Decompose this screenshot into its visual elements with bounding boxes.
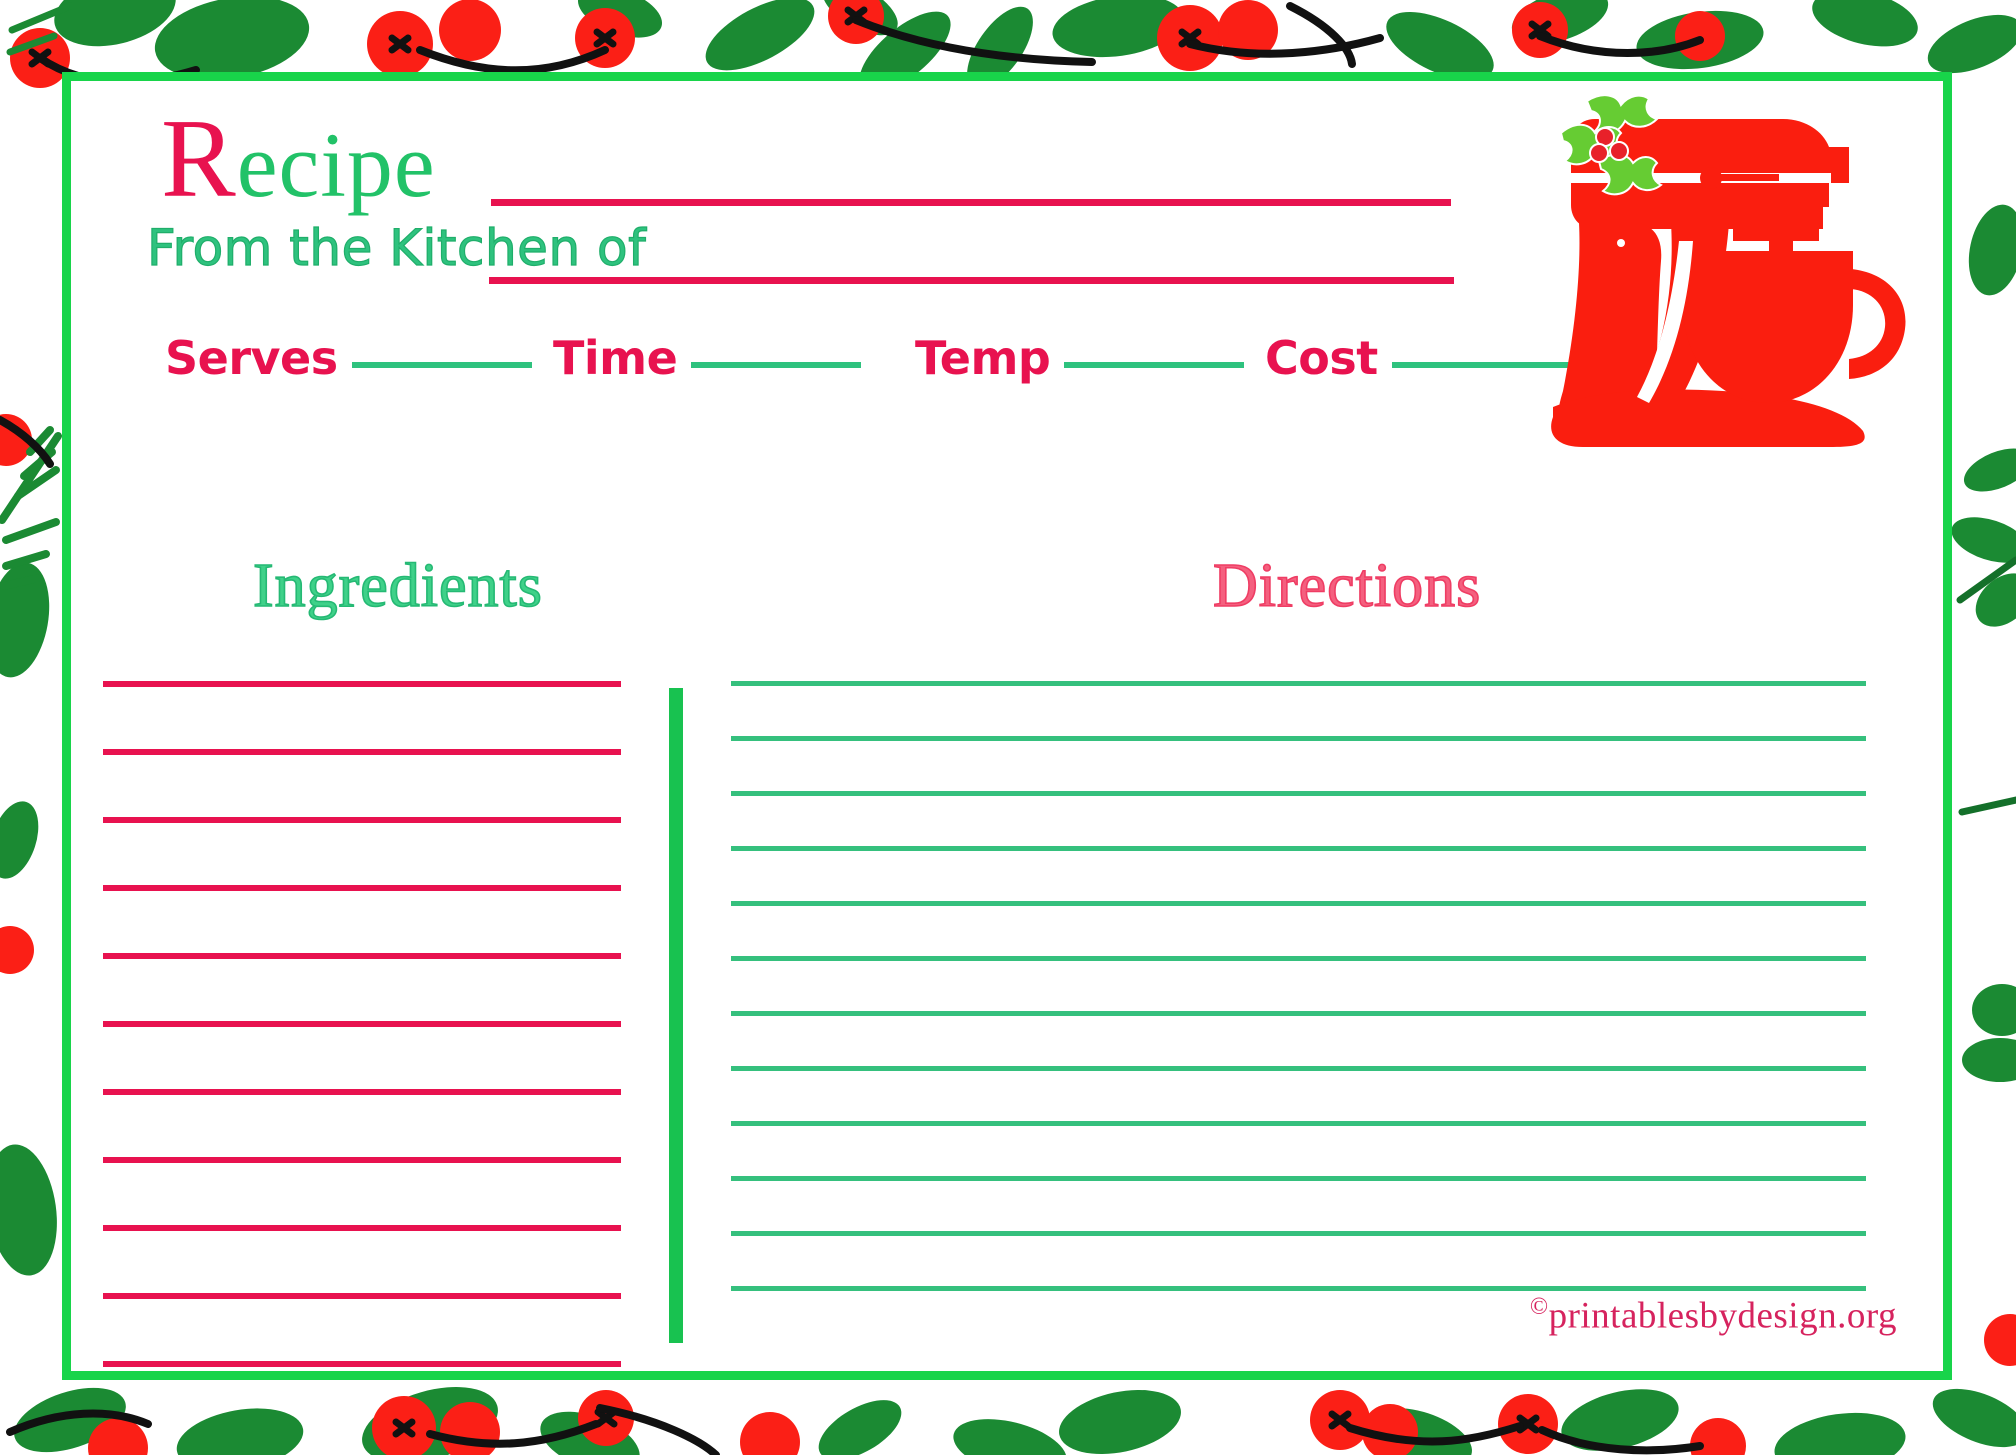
kitchen-of-input-line[interactable] — [489, 277, 1454, 284]
recipe-name-input-line[interactable] — [491, 199, 1451, 206]
ingredient-line[interactable] — [103, 681, 621, 687]
ingredients-lines-group — [103, 681, 623, 1367]
border-left-group — [0, 414, 62, 1276]
direction-line[interactable] — [731, 901, 1866, 906]
meta-field-time: Time — [553, 331, 862, 401]
temp-input-line[interactable] — [1064, 362, 1245, 368]
copyright-credit: ©printablesbydesign.org — [1530, 1294, 1897, 1337]
time-input-line[interactable] — [691, 362, 862, 368]
temp-label: Temp — [915, 331, 1051, 385]
direction-line[interactable] — [731, 1121, 1866, 1126]
direction-line[interactable] — [731, 846, 1866, 851]
direction-line[interactable] — [731, 1231, 1866, 1236]
meta-field-serves: Serves — [165, 331, 532, 401]
ingredient-line[interactable] — [103, 1021, 621, 1027]
ingredient-line[interactable] — [103, 1157, 621, 1163]
direction-line[interactable] — [731, 1066, 1866, 1071]
credit-text: printablesbydesign.org — [1548, 1295, 1897, 1336]
ingredient-line[interactable] — [103, 1361, 621, 1367]
direction-line[interactable] — [731, 1176, 1866, 1181]
page-title-rest: ecipe — [236, 114, 436, 216]
column-divider — [669, 688, 683, 1343]
serves-label: Serves — [165, 331, 338, 385]
page-title-initial: R — [161, 97, 237, 221]
ingredient-line[interactable] — [103, 1089, 621, 1095]
meta-fields-row: Serves Time Temp Cost — [95, 331, 1595, 401]
border-right-group — [1951, 204, 2016, 1366]
cost-label: Cost — [1265, 331, 1378, 385]
ingredient-line[interactable] — [103, 817, 621, 823]
serves-input-line[interactable] — [351, 362, 532, 368]
direction-line[interactable] — [731, 791, 1866, 796]
stand-mixer-icon — [1551, 94, 1906, 447]
ingredient-line[interactable] — [103, 1293, 621, 1299]
kitchen-of-label: From the Kitchen of — [146, 218, 647, 277]
border-bottom-group — [6, 1387, 2016, 1455]
ingredient-line[interactable] — [103, 885, 621, 891]
direction-line[interactable] — [731, 1286, 1866, 1291]
meta-field-cost: Cost — [1265, 331, 1577, 401]
recipe-card-page: Recipe From the Kitchen of Serves Time T… — [0, 0, 2016, 1455]
ingredient-line[interactable] — [103, 1225, 621, 1231]
direction-line[interactable] — [731, 1011, 1866, 1016]
copyright-icon: © — [1529, 1293, 1549, 1320]
page-title: Recipe — [161, 103, 436, 215]
directions-lines-group — [731, 681, 1866, 1291]
recipe-card: Recipe From the Kitchen of Serves Time T… — [62, 72, 1952, 1380]
directions-heading: Directions — [1212, 551, 1482, 621]
ingredient-line[interactable] — [103, 953, 621, 959]
time-label: Time — [553, 331, 678, 385]
ingredient-line[interactable] — [103, 749, 621, 755]
direction-line[interactable] — [731, 681, 1866, 686]
ingredients-heading: Ingredients — [252, 551, 543, 621]
direction-line[interactable] — [731, 736, 1866, 741]
meta-field-temp: Temp — [915, 331, 1245, 401]
direction-line[interactable] — [731, 956, 1866, 961]
